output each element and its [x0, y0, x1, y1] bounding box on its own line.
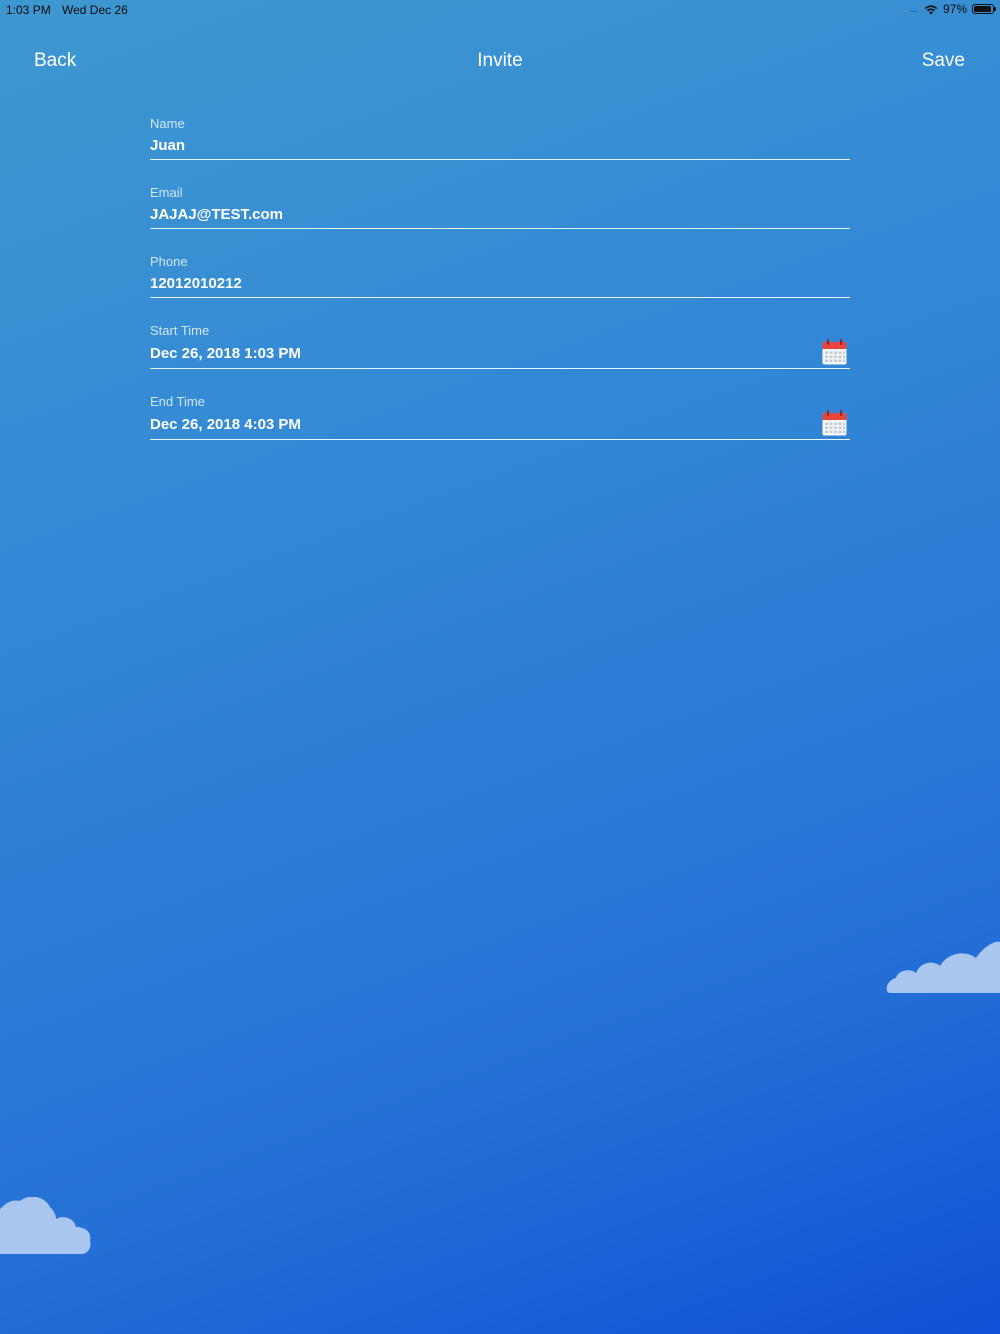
email-input[interactable]: JAJAJ@TEST.com: [150, 206, 850, 228]
name-field[interactable]: Name Juan: [150, 116, 850, 160]
battery-level: [974, 6, 992, 12]
start-time-field[interactable]: Start Time Dec 26, 2018 1:03 PM: [150, 323, 850, 369]
status-indicators: .... 97%: [909, 2, 996, 16]
email-label: Email: [150, 185, 183, 200]
cloud-left-decoration: [0, 1197, 91, 1254]
start-time-input[interactable]: Dec 26, 2018 1:03 PM: [150, 345, 850, 367]
back-button[interactable]: Back: [34, 50, 76, 72]
phone-field[interactable]: Phone 12012010212: [150, 254, 850, 298]
start-time-label: Start Time: [150, 323, 210, 338]
battery-icon: [972, 4, 996, 14]
end-time-input[interactable]: Dec 26, 2018 4:03 PM: [150, 416, 850, 438]
battery-percentage: 97%: [942, 2, 967, 16]
calendar-icon[interactable]: [822, 339, 847, 365]
wifi-icon: [924, 4, 938, 14]
status-bar: 1:03 PM Wed Dec 26 .... 97%: [0, 0, 1000, 20]
status-time: 1:03 PM: [6, 3, 51, 17]
calendar-icon[interactable]: [822, 410, 847, 436]
email-field[interactable]: Email JAJAJ@TEST.com: [150, 185, 850, 229]
page-title: Invite: [477, 50, 523, 71]
phone-input[interactable]: 12012010212: [150, 275, 850, 297]
invite-form: Name Juan Email JAJAJ@TEST.com Phone 120…: [150, 116, 850, 440]
save-button[interactable]: Save: [922, 50, 965, 72]
status-date: Wed Dec 26: [62, 3, 128, 17]
cloud-right-decoration: [886, 941, 1000, 993]
end-time-field[interactable]: End Time Dec 26, 2018 4:03 PM: [150, 394, 850, 440]
end-time-label: End Time: [150, 394, 205, 409]
name-label: Name: [150, 116, 185, 131]
phone-label: Phone: [150, 254, 188, 269]
signal-icon: ....: [909, 3, 918, 15]
name-input[interactable]: Juan: [150, 137, 850, 159]
